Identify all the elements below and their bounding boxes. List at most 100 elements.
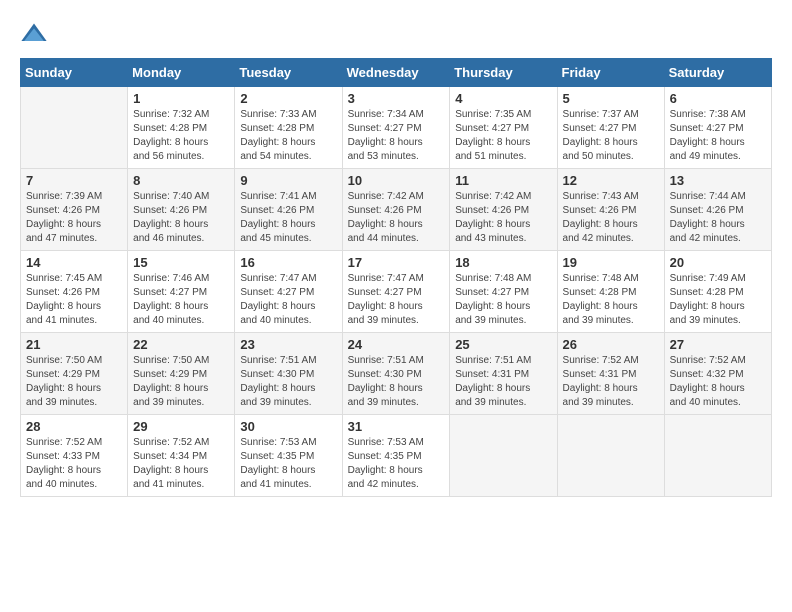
weekday-header: Monday	[128, 59, 235, 87]
calendar-cell: 20 Sunrise: 7:49 AM Sunset: 4:28 PM Dayli…	[664, 251, 771, 333]
calendar-cell: 7 Sunrise: 7:39 AM Sunset: 4:26 PM Daylig…	[21, 169, 128, 251]
day-number: 11	[455, 173, 551, 188]
day-info: Sunrise: 7:50 AM Sunset: 4:29 PM Dayligh…	[26, 354, 122, 410]
weekday-header: Wednesday	[342, 59, 450, 87]
calendar-cell: 14 Sunrise: 7:45 AM Sunset: 4:26 PM Dayli…	[21, 251, 128, 333]
day-info: Sunrise: 7:45 AM Sunset: 4:26 PM Dayligh…	[26, 272, 122, 328]
day-info: Sunrise: 7:51 AM Sunset: 4:30 PM Dayligh…	[240, 354, 336, 410]
day-number: 23	[240, 337, 336, 352]
day-info: Sunrise: 7:46 AM Sunset: 4:27 PM Dayligh…	[133, 272, 229, 328]
day-number: 3	[348, 91, 445, 106]
calendar-cell: 9 Sunrise: 7:41 AM Sunset: 4:26 PM Daylig…	[235, 169, 342, 251]
calendar-cell: 8 Sunrise: 7:40 AM Sunset: 4:26 PM Daylig…	[128, 169, 235, 251]
day-number: 2	[240, 91, 336, 106]
day-number: 8	[133, 173, 229, 188]
day-number: 30	[240, 419, 336, 434]
day-info: Sunrise: 7:38 AM Sunset: 4:27 PM Dayligh…	[670, 108, 766, 164]
day-info: Sunrise: 7:47 AM Sunset: 4:27 PM Dayligh…	[240, 272, 336, 328]
calendar-cell: 28 Sunrise: 7:52 AM Sunset: 4:33 PM Dayli…	[21, 415, 128, 497]
weekday-row: SundayMondayTuesdayWednesdayThursdayFrid…	[21, 59, 772, 87]
day-number: 17	[348, 255, 445, 270]
page-header	[20, 20, 772, 48]
calendar-cell: 21 Sunrise: 7:50 AM Sunset: 4:29 PM Dayli…	[21, 333, 128, 415]
calendar-cell: 17Sunrise: 7:47 AM Sunset: 4:27 PM Dayli…	[342, 251, 450, 333]
day-number: 25	[455, 337, 551, 352]
weekday-header: Thursday	[450, 59, 557, 87]
day-info: Sunrise: 7:32 AM Sunset: 4:28 PM Dayligh…	[133, 108, 229, 164]
day-number: 19	[563, 255, 659, 270]
day-info: Sunrise: 7:39 AM Sunset: 4:26 PM Dayligh…	[26, 190, 122, 246]
day-number: 10	[348, 173, 445, 188]
calendar-cell: 24 Sunrise: 7:51 AM Sunset: 4:30 PM Dayli…	[342, 333, 450, 415]
calendar-week-row: 1 Sunrise: 7:32 AM Sunset: 4:28 PM Daylig…	[21, 87, 772, 169]
day-number: 4	[455, 91, 551, 106]
calendar-cell: 2 Sunrise: 7:33 AM Sunset: 4:28 PM Daylig…	[235, 87, 342, 169]
weekday-header: Tuesday	[235, 59, 342, 87]
calendar-cell: 29Sunrise: 7:52 AM Sunset: 4:34 PM Dayli…	[128, 415, 235, 497]
day-number: 1	[133, 91, 229, 106]
day-number: 20	[670, 255, 766, 270]
day-info: Sunrise: 7:51 AM Sunset: 4:30 PM Dayligh…	[348, 354, 445, 410]
day-info: Sunrise: 7:49 AM Sunset: 4:28 PM Dayligh…	[670, 272, 766, 328]
calendar-week-row: 21 Sunrise: 7:50 AM Sunset: 4:29 PM Dayli…	[21, 333, 772, 415]
day-info: Sunrise: 7:33 AM Sunset: 4:28 PM Dayligh…	[240, 108, 336, 164]
calendar-cell: 10 Sunrise: 7:42 AM Sunset: 4:26 PM Dayli…	[342, 169, 450, 251]
day-info: Sunrise: 7:42 AM Sunset: 4:26 PM Dayligh…	[348, 190, 445, 246]
weekday-header: Friday	[557, 59, 664, 87]
day-number: 12	[563, 173, 659, 188]
day-number: 16	[240, 255, 336, 270]
calendar-cell: 5Sunrise: 7:37 AM Sunset: 4:27 PM Daylig…	[557, 87, 664, 169]
day-number: 28	[26, 419, 122, 434]
day-number: 9	[240, 173, 336, 188]
day-number: 31	[348, 419, 445, 434]
calendar-table: SundayMondayTuesdayWednesdayThursdayFrid…	[20, 58, 772, 497]
day-number: 15	[133, 255, 229, 270]
logo-icon	[20, 20, 48, 48]
day-info: Sunrise: 7:53 AM Sunset: 4:35 PM Dayligh…	[240, 436, 336, 492]
day-info: Sunrise: 7:52 AM Sunset: 4:33 PM Dayligh…	[26, 436, 122, 492]
day-number: 27	[670, 337, 766, 352]
calendar-header: SundayMondayTuesdayWednesdayThursdayFrid…	[21, 59, 772, 87]
day-number: 13	[670, 173, 766, 188]
day-number: 24	[348, 337, 445, 352]
day-number: 18	[455, 255, 551, 270]
calendar-week-row: 14 Sunrise: 7:45 AM Sunset: 4:26 PM Dayli…	[21, 251, 772, 333]
calendar-cell: 25Sunrise: 7:51 AM Sunset: 4:31 PM Dayli…	[450, 333, 557, 415]
calendar-cell: 23 Sunrise: 7:51 AM Sunset: 4:30 PM Dayli…	[235, 333, 342, 415]
day-info: Sunrise: 7:42 AM Sunset: 4:26 PM Dayligh…	[455, 190, 551, 246]
day-number: 21	[26, 337, 122, 352]
day-info: Sunrise: 7:52 AM Sunset: 4:32 PM Dayligh…	[670, 354, 766, 410]
day-info: Sunrise: 7:50 AM Sunset: 4:29 PM Dayligh…	[133, 354, 229, 410]
day-info: Sunrise: 7:40 AM Sunset: 4:26 PM Dayligh…	[133, 190, 229, 246]
calendar-cell: 1 Sunrise: 7:32 AM Sunset: 4:28 PM Daylig…	[128, 87, 235, 169]
day-number: 14	[26, 255, 122, 270]
calendar-cell: 26Sunrise: 7:52 AM Sunset: 4:31 PM Dayli…	[557, 333, 664, 415]
calendar-cell: 27 Sunrise: 7:52 AM Sunset: 4:32 PM Dayli…	[664, 333, 771, 415]
calendar-cell: 11 Sunrise: 7:42 AM Sunset: 4:26 PM Dayli…	[450, 169, 557, 251]
calendar-cell: 12Sunrise: 7:43 AM Sunset: 4:26 PM Dayli…	[557, 169, 664, 251]
day-number: 29	[133, 419, 229, 434]
calendar-cell: 30 Sunrise: 7:53 AM Sunset: 4:35 PM Dayli…	[235, 415, 342, 497]
day-info: Sunrise: 7:48 AM Sunset: 4:27 PM Dayligh…	[455, 272, 551, 328]
calendar-cell	[21, 87, 128, 169]
calendar-cell: 16 Sunrise: 7:47 AM Sunset: 4:27 PM Dayli…	[235, 251, 342, 333]
day-number: 5	[563, 91, 659, 106]
calendar-cell	[450, 415, 557, 497]
calendar-week-row: 28 Sunrise: 7:52 AM Sunset: 4:33 PM Dayli…	[21, 415, 772, 497]
day-info: Sunrise: 7:35 AM Sunset: 4:27 PM Dayligh…	[455, 108, 551, 164]
calendar-cell: 18 Sunrise: 7:48 AM Sunset: 4:27 PM Dayli…	[450, 251, 557, 333]
day-info: Sunrise: 7:34 AM Sunset: 4:27 PM Dayligh…	[348, 108, 445, 164]
day-info: Sunrise: 7:53 AM Sunset: 4:35 PM Dayligh…	[348, 436, 445, 492]
calendar-cell: 15 Sunrise: 7:46 AM Sunset: 4:27 PM Dayli…	[128, 251, 235, 333]
calendar-body: 1 Sunrise: 7:32 AM Sunset: 4:28 PM Daylig…	[21, 87, 772, 497]
calendar-cell: 31 Sunrise: 7:53 AM Sunset: 4:35 PM Dayli…	[342, 415, 450, 497]
day-number: 7	[26, 173, 122, 188]
day-number: 22	[133, 337, 229, 352]
day-number: 6	[670, 91, 766, 106]
logo	[20, 20, 52, 48]
day-info: Sunrise: 7:44 AM Sunset: 4:26 PM Dayligh…	[670, 190, 766, 246]
calendar-week-row: 7 Sunrise: 7:39 AM Sunset: 4:26 PM Daylig…	[21, 169, 772, 251]
calendar-cell: 3 Sunrise: 7:34 AM Sunset: 4:27 PM Daylig…	[342, 87, 450, 169]
weekday-header: Sunday	[21, 59, 128, 87]
day-info: Sunrise: 7:41 AM Sunset: 4:26 PM Dayligh…	[240, 190, 336, 246]
